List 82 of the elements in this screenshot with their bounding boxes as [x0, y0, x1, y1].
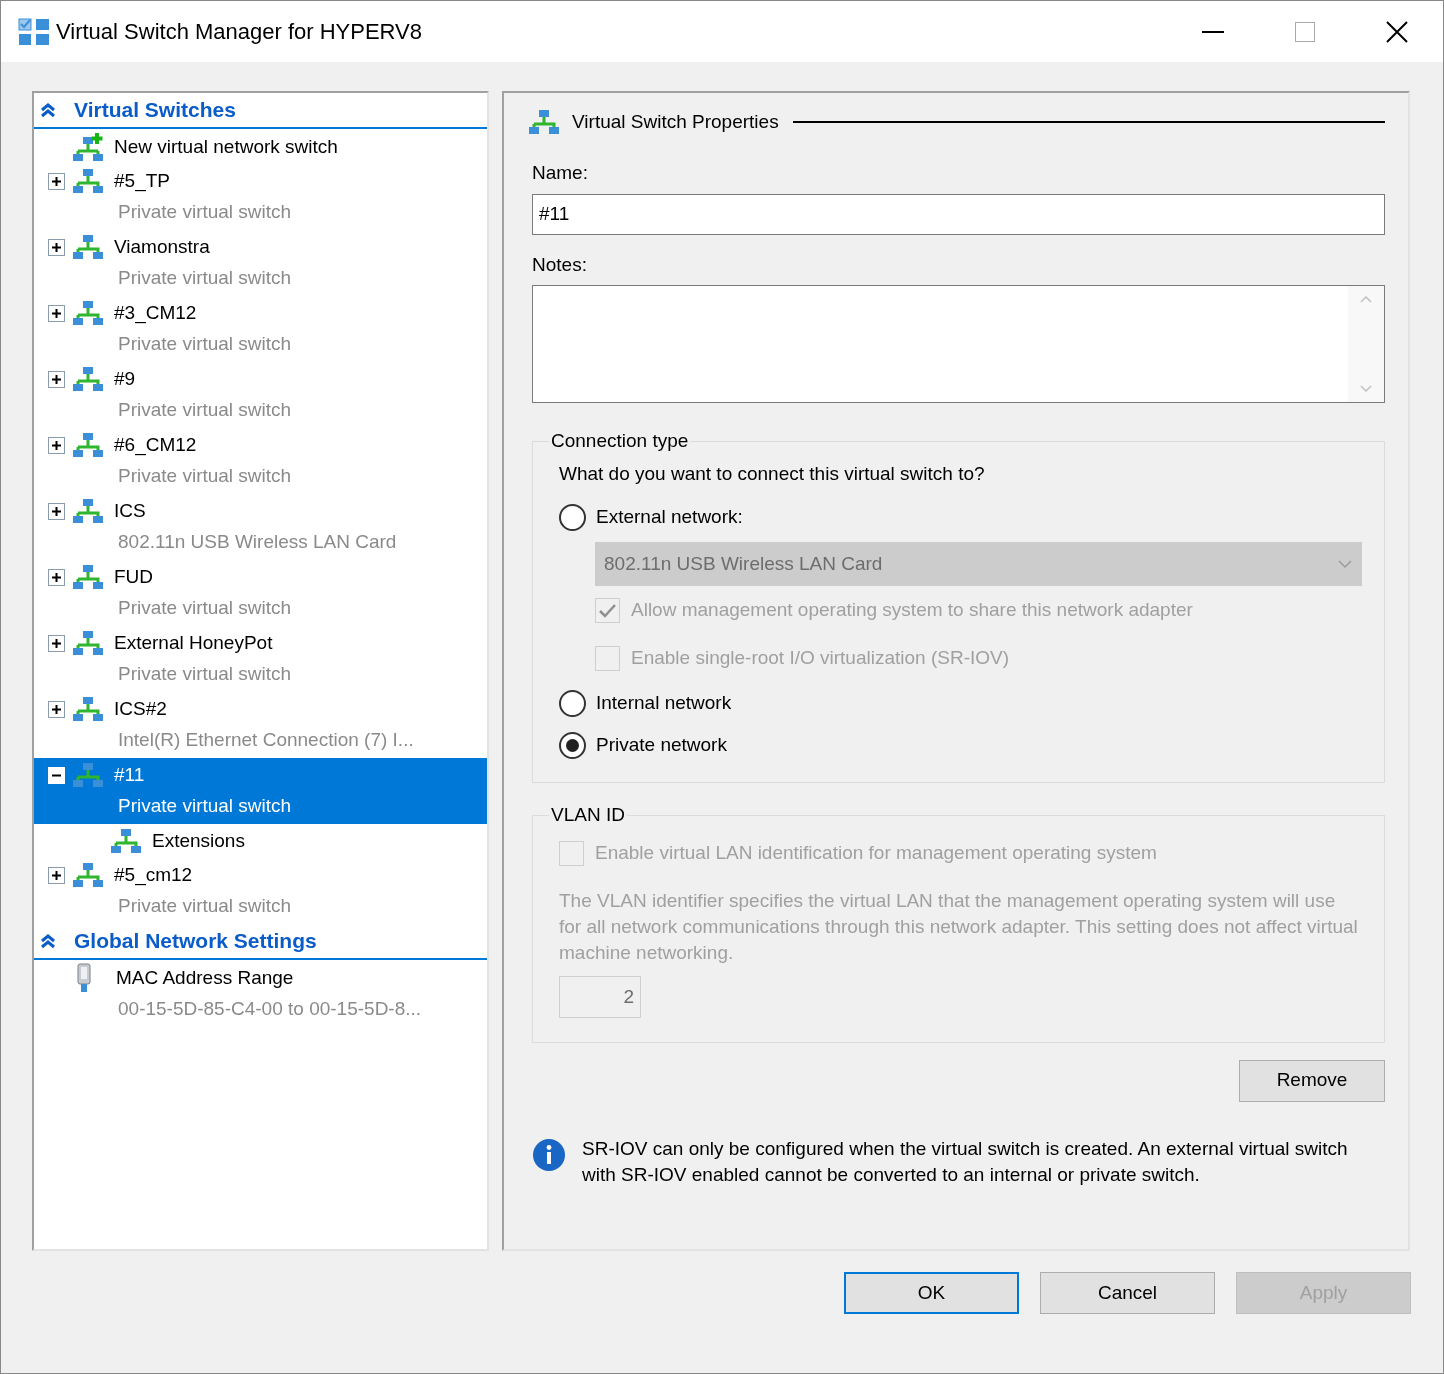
- network-switch-icon: [528, 110, 560, 134]
- radio-button[interactable]: [559, 689, 586, 717]
- dialog-button[interactable]: OK: [844, 1272, 1019, 1314]
- expander-icon[interactable]: [47, 634, 65, 652]
- item-subtitle: Private virtual switch: [118, 266, 292, 291]
- group-title: Connection type: [550, 429, 690, 453]
- item-subtitle: Private virtual switch: [118, 398, 292, 423]
- item-subtitle: Private virtual switch: [118, 464, 292, 489]
- remove-button[interactable]: Remove: [1239, 1059, 1385, 1102]
- network-switch-icon: [72, 433, 104, 457]
- notes-field[interactable]: [532, 285, 1385, 403]
- checkbox-label: Enable single-root I/O virtualization (SR-IOV): [631, 645, 1010, 670]
- expander-icon[interactable]: [47, 370, 65, 388]
- item-name[interactable]: External HoneyPot: [114, 628, 273, 658]
- caret-icon: [1337, 559, 1353, 569]
- item-name[interactable]: MAC Address Range: [116, 963, 294, 993]
- item-subtitle: 00-15-5D-85-C4-00 to 00-15-5D-8...: [118, 997, 422, 1022]
- item-subtitle: Private virtual switch: [118, 794, 292, 819]
- item-name[interactable]: Extensions: [152, 826, 245, 856]
- new-switch-icon: [72, 133, 104, 161]
- item-name[interactable]: #11: [114, 760, 145, 790]
- expander-icon[interactable]: [47, 238, 65, 256]
- minimize-icon[interactable]: [1202, 30, 1224, 33]
- window-title: Virtual Switch Manager for HYPERV8: [56, 18, 423, 46]
- radio-button[interactable]: [559, 731, 586, 759]
- expander-icon[interactable]: [47, 700, 65, 718]
- name-field[interactable]: #11: [532, 193, 1385, 235]
- network-cable-icon: [76, 963, 92, 993]
- question-text: What do you want to connect this virtual switch to?: [559, 461, 986, 486]
- item-name[interactable]: #3_CM12: [114, 298, 197, 328]
- radio-label[interactable]: External network:: [596, 502, 743, 532]
- item-name[interactable]: ICS#2: [114, 694, 167, 724]
- info-text: SR-IOV can only be configured when the virtual switch is created. An external virtual switch with SR-IOV enabled cannot be converted to an internal or private switch.: [582, 1136, 1349, 1187]
- item-name[interactable]: #5_TP: [114, 166, 170, 196]
- network-switch-icon: [72, 631, 104, 655]
- expander-icon[interactable]: [47, 502, 65, 520]
- item-subtitle: 802.11n USB Wireless LAN Card: [118, 530, 397, 555]
- notes-label: Notes:: [532, 252, 587, 277]
- item-name[interactable]: #9: [114, 364, 136, 394]
- expander-icon[interactable]: [47, 866, 65, 884]
- item-subtitle: Private virtual switch: [118, 596, 292, 621]
- app-icon: [18, 16, 50, 47]
- group-title: VLAN ID: [550, 803, 626, 827]
- item-name[interactable]: New virtual network switch: [114, 132, 338, 162]
- network-switch-icon: [72, 565, 104, 589]
- item-subtitle: Private virtual switch: [118, 894, 292, 919]
- panel-title: Virtual Switch Properties: [572, 109, 779, 134]
- expander-icon[interactable]: [47, 172, 65, 190]
- item-name[interactable]: #6_CM12: [114, 430, 197, 460]
- item-subtitle: Private virtual switch: [118, 332, 292, 357]
- network-switch-icon: [72, 169, 104, 193]
- expander-icon[interactable]: [47, 568, 65, 586]
- description-text: The VLAN identifier specifies the virtual LAN that the management operating system will use for all network communications through this network adapter. This setting does not affect virtual machine networking.: [559, 888, 1359, 965]
- item-subtitle: Intel(R) Ethernet Connection (7) I...: [118, 728, 414, 753]
- expander-icon[interactable]: [47, 304, 65, 322]
- network-switch-icon: [72, 499, 104, 523]
- checkbox-label: Enable virtual LAN identification for management operating system: [595, 841, 1157, 866]
- expander-icon[interactable]: [47, 436, 65, 454]
- close-icon[interactable]: [1386, 20, 1408, 43]
- name-label: Name:: [532, 161, 588, 185]
- checkbox-label: Allow management operating system to share this network adapter: [631, 597, 1193, 622]
- item-name[interactable]: Viamonstra: [114, 232, 210, 262]
- section-header[interactable]: Virtual Switches: [74, 94, 236, 126]
- item-name[interactable]: #5_cm12: [114, 860, 193, 890]
- network-switch-icon: [72, 235, 104, 259]
- dialog-button[interactable]: Cancel: [1040, 1272, 1215, 1314]
- item-name[interactable]: ICS: [114, 496, 146, 526]
- network-switch-icon: [72, 301, 104, 325]
- item-subtitle: Private virtual switch: [118, 200, 292, 225]
- radio-dot: [566, 738, 579, 752]
- radio-label[interactable]: Private network: [596, 730, 727, 760]
- network-switch-icon: [72, 863, 104, 887]
- network-switch-icon: [72, 697, 104, 721]
- radio-button[interactable]: [559, 503, 586, 531]
- section-header[interactable]: Global Network Settings: [74, 925, 317, 957]
- network-switch-icon: [110, 829, 142, 853]
- network-switch-icon: [72, 367, 104, 391]
- item-subtitle: Private virtual switch: [118, 662, 292, 687]
- network-switch-icon: [72, 763, 104, 787]
- info-icon: [532, 1137, 566, 1172]
- radio-label[interactable]: Internal network: [596, 688, 732, 718]
- item-name[interactable]: FUD: [114, 562, 154, 592]
